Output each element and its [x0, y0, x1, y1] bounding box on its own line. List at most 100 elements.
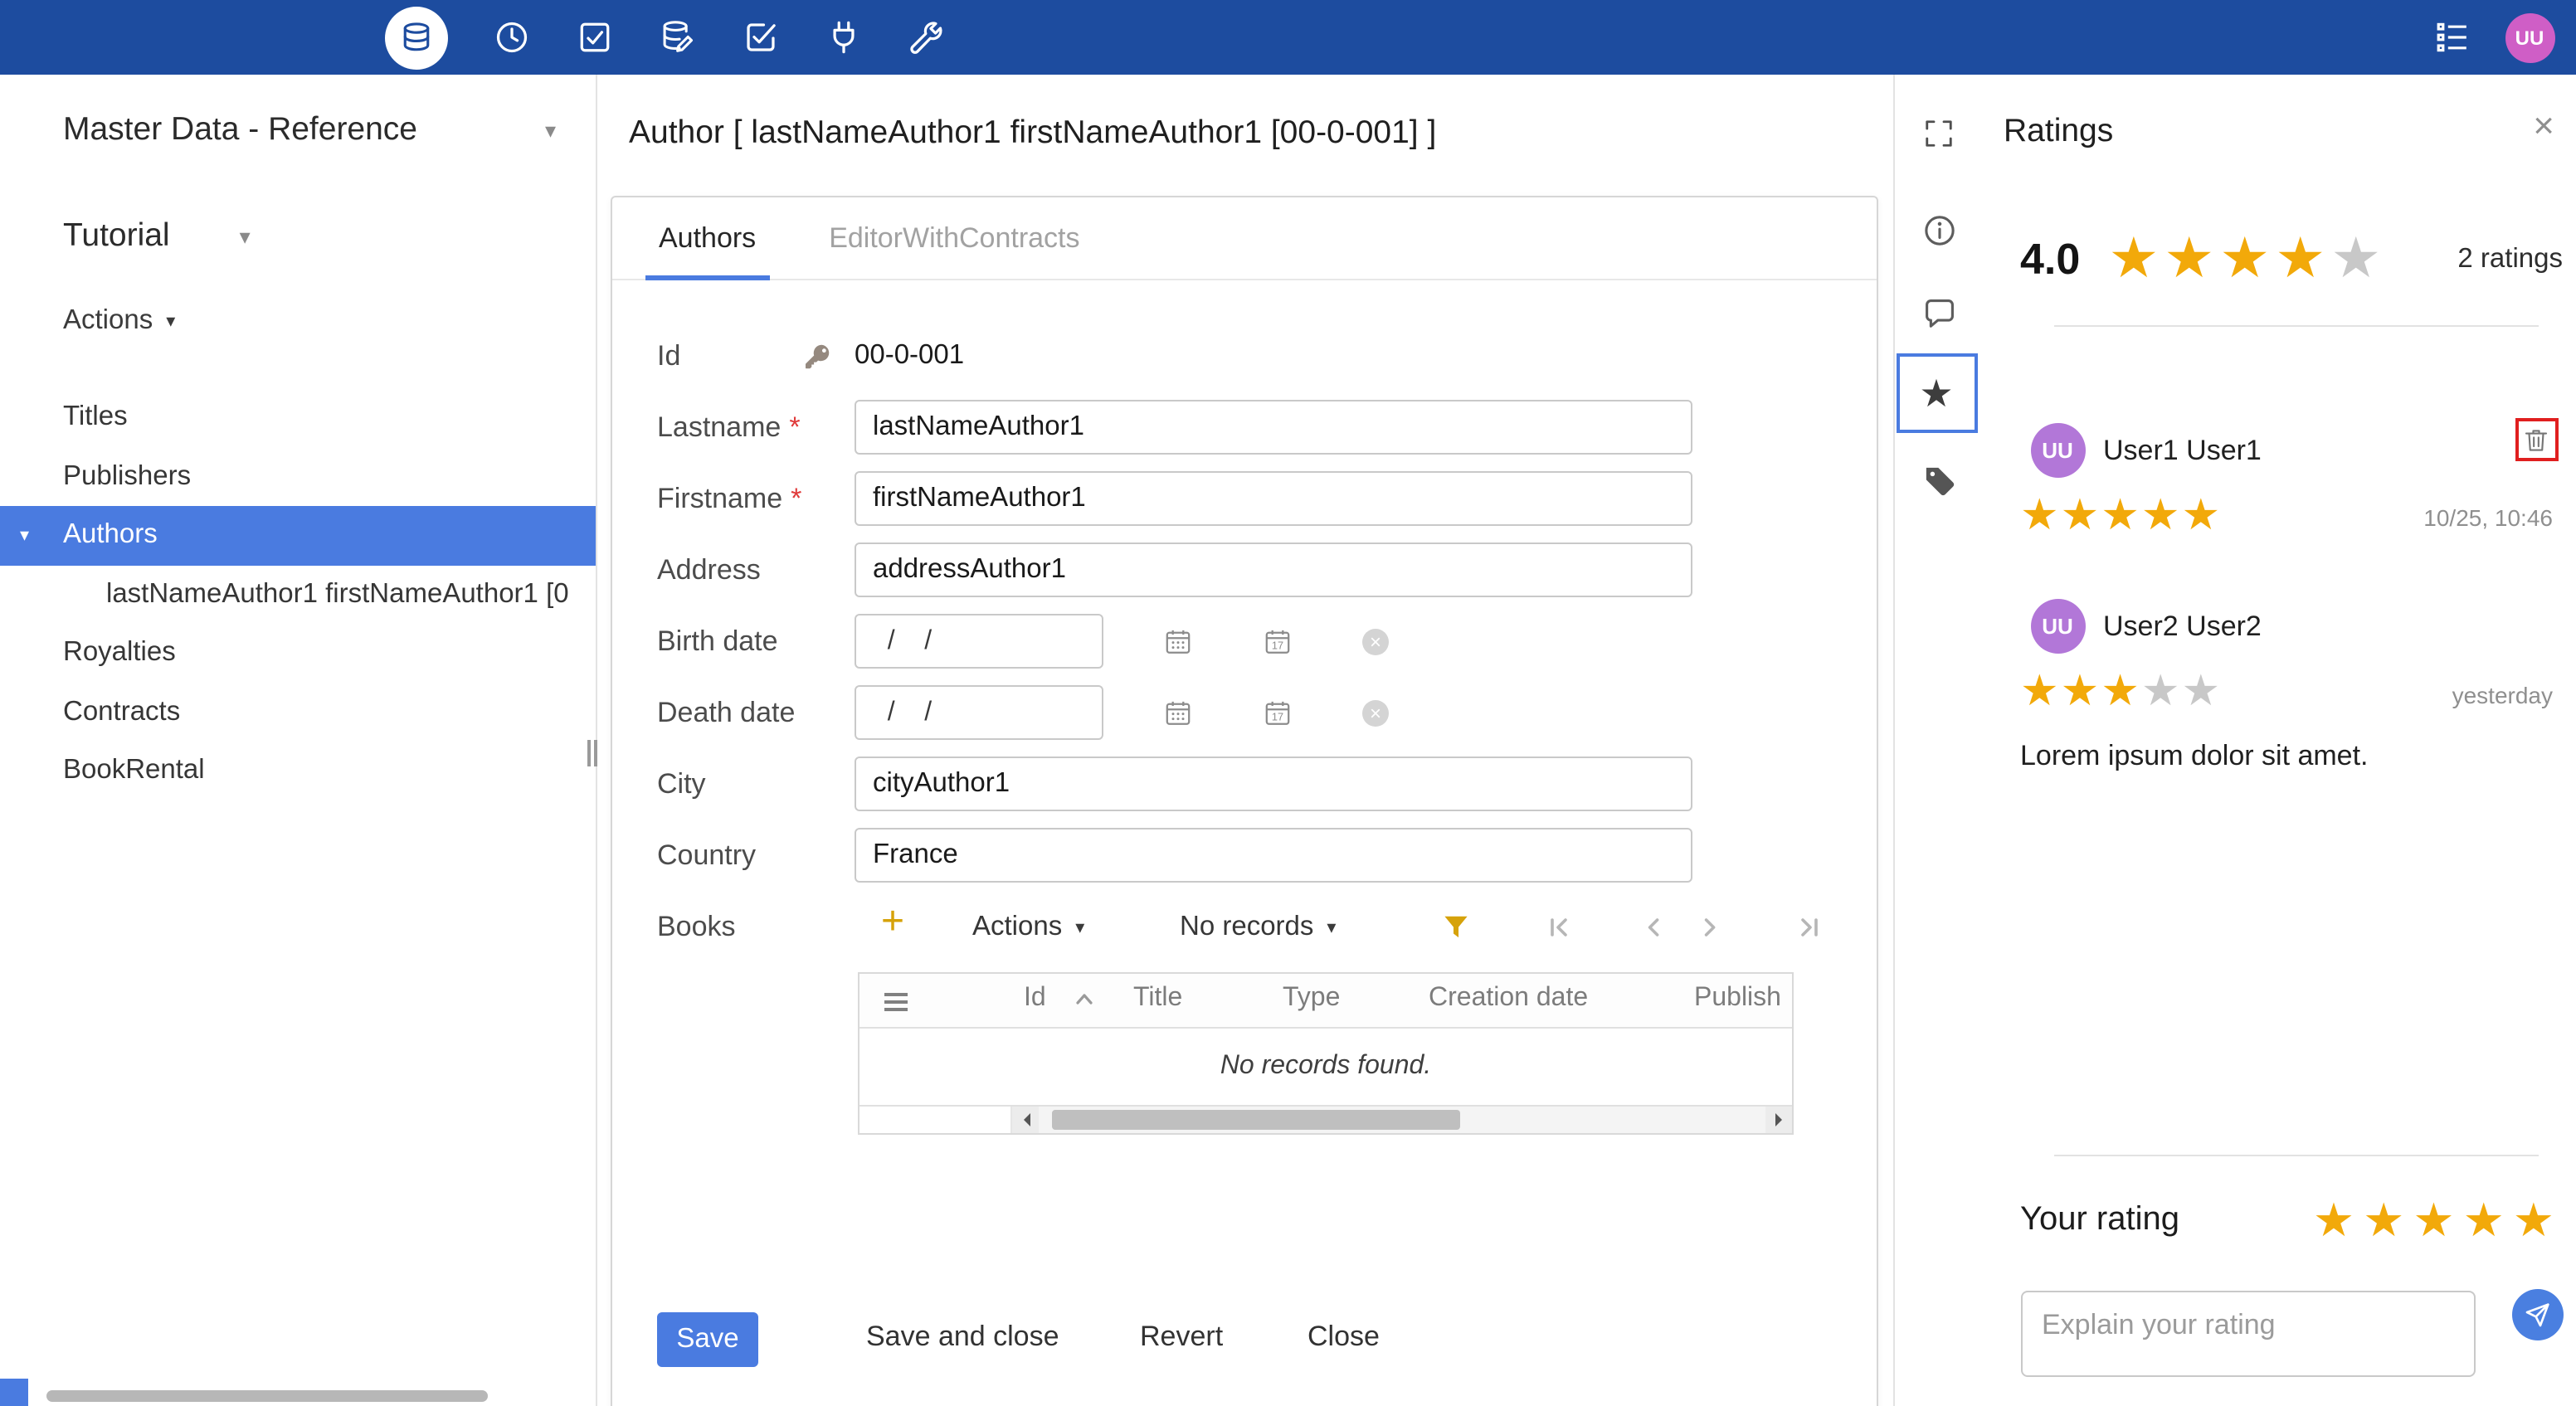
- books-toolbar: Books + Actions ▾ No records ▾: [657, 891, 1843, 962]
- sidebar-item-titles[interactable]: Titles: [0, 388, 596, 447]
- ratings-count: 2 ratings: [2457, 243, 2563, 273]
- close-button[interactable]: Close: [1307, 1321, 1380, 1354]
- id-value: 00-0-001: [855, 340, 965, 370]
- prev-page-icon[interactable]: [1641, 914, 1666, 939]
- city-field[interactable]: [855, 757, 1692, 811]
- sidebar-item-contracts[interactable]: Contracts: [0, 683, 596, 742]
- lastname-label: Lastname *: [657, 411, 801, 442]
- review-stars: ★★★★★: [2020, 489, 2223, 539]
- books-paging-dropdown[interactable]: No records ▾: [1180, 911, 1336, 942]
- chevron-down-icon: ▾: [1327, 917, 1337, 937]
- topbar: UU: [0, 0, 2576, 75]
- log-icon[interactable]: [2432, 17, 2471, 57]
- tab-authors[interactable]: Authors: [645, 197, 769, 280]
- chevron-down-icon: ▾: [20, 526, 30, 547]
- check-square-edit-icon[interactable]: [740, 17, 780, 57]
- calendar-picker-icon[interactable]: [1163, 626, 1193, 656]
- clock-icon[interactable]: [491, 17, 531, 57]
- sidebar-horizontal-scrollbar[interactable]: [46, 1389, 488, 1401]
- svg-text:17: 17: [1272, 709, 1283, 722]
- app-menu-selector[interactable]: Master Data - Reference ▾: [63, 111, 556, 149]
- filter-icon[interactable]: [1442, 912, 1470, 941]
- field-row-country: Country: [657, 820, 1843, 891]
- plug-icon[interactable]: [823, 17, 863, 57]
- id-label: Id: [657, 339, 681, 371]
- birth-date-field[interactable]: / /: [855, 614, 1103, 669]
- scroll-right-button[interactable]: [1765, 1107, 1792, 1133]
- ratings-summary: 4.0 ★★★★★ 2 ratings: [2020, 227, 2563, 290]
- chevron-down-icon: ▾: [166, 312, 176, 332]
- tab-editorwithcontracts[interactable]: EditorWithContracts: [829, 197, 1079, 279]
- scrollbar-fixed-area: [859, 1107, 1012, 1133]
- required-asterisk: *: [791, 482, 802, 513]
- revert-button[interactable]: Revert: [1140, 1321, 1223, 1354]
- save-button[interactable]: Save: [657, 1312, 758, 1367]
- wrench-icon[interactable]: [906, 17, 946, 57]
- your-rating-stars[interactable]: ★★★★★: [2313, 1197, 2563, 1244]
- author-form: Id 00-0-001 Lastname* Firstname*: [657, 320, 1843, 962]
- books-paging-label: No records: [1180, 911, 1314, 941]
- add-book-button[interactable]: +: [881, 899, 904, 946]
- topbar-right-group: UU: [2432, 0, 2554, 75]
- country-field[interactable]: [855, 828, 1692, 883]
- column-header-type[interactable]: Type: [1283, 984, 1340, 1014]
- avatar: UU: [2030, 599, 2085, 654]
- column-header-publish[interactable]: Publish: [1694, 984, 1781, 1014]
- review-text: Lorem ipsum dolor sit amet.: [2020, 740, 2369, 771]
- database-edit-icon[interactable]: [657, 17, 697, 57]
- sort-asc-icon[interactable]: [1075, 992, 1093, 1005]
- death-date-field[interactable]: / /: [855, 685, 1103, 740]
- submit-rating-button[interactable]: [2511, 1289, 2563, 1340]
- scrollbar-track[interactable]: [1039, 1107, 1765, 1133]
- check-square-icon[interactable]: [574, 17, 614, 57]
- column-header-title[interactable]: Title: [1133, 984, 1182, 1014]
- editor-tabs: Authors EditorWithContracts: [612, 197, 1877, 280]
- database-menu-button[interactable]: [385, 6, 448, 69]
- sidebar-item-author-record[interactable]: lastNameAuthor1 firstNameAuthor1 [0: [0, 565, 596, 624]
- tags-tab-icon[interactable]: [1921, 463, 1957, 499]
- actions-menu[interactable]: Actions ▾: [63, 305, 175, 337]
- ratings-tab-selected[interactable]: ★: [1896, 353, 1977, 433]
- sidebar-item-publishers[interactable]: Publishers: [0, 447, 596, 506]
- info-tab-icon[interactable]: [1921, 212, 1957, 249]
- field-row-lastname: Lastname *: [657, 392, 1843, 463]
- column-settings-icon[interactable]: [879, 985, 913, 1019]
- books-actions-label: Actions: [972, 911, 1063, 941]
- your-rating-label: Your rating: [2020, 1201, 2179, 1238]
- save-and-close-button[interactable]: Save and close: [866, 1321, 1059, 1354]
- rating-comment-input[interactable]: [2020, 1291, 2475, 1377]
- database-icon: [398, 19, 435, 56]
- actions-label: Actions: [63, 305, 153, 335]
- user-avatar[interactable]: UU: [2505, 12, 2554, 62]
- scroll-left-button[interactable]: [1012, 1107, 1039, 1133]
- firstname-field[interactable]: [855, 471, 1692, 526]
- review-user-name: User1 User1: [2103, 435, 2262, 466]
- expand-panel-icon[interactable]: [1922, 118, 1954, 149]
- editor-area: Author [ lastNameAuthor1 firstNameAuthor…: [599, 75, 1892, 1406]
- books-table-empty-message: No records found.: [1220, 1052, 1432, 1080]
- calendar-picker-icon[interactable]: [1163, 698, 1193, 727]
- comments-tab-icon[interactable]: [1921, 295, 1957, 332]
- lastname-field[interactable]: [855, 400, 1692, 455]
- ratings-panel: Ratings × ★ 4.0 ★★★★★ 2 ratings UU User1…: [1892, 75, 2576, 1406]
- delete-rating-button[interactable]: [2515, 418, 2558, 461]
- books-actions-dropdown[interactable]: Actions ▾: [972, 911, 1084, 942]
- address-field[interactable]: [855, 542, 1692, 597]
- field-row-city: City: [657, 748, 1843, 820]
- workspace-selector[interactable]: Tutorial ▾: [63, 217, 251, 255]
- sidebar-item-bookrental[interactable]: BookRental: [0, 742, 596, 800]
- calendar-today-icon[interactable]: 17: [1263, 698, 1293, 727]
- avatar: UU: [2030, 423, 2085, 478]
- column-header-id[interactable]: Id: [1024, 984, 1046, 1014]
- scrollbar-thumb[interactable]: [1052, 1110, 1460, 1130]
- sidebar-item-royalties[interactable]: Royalties: [0, 624, 596, 683]
- first-page-icon[interactable]: [1545, 914, 1570, 939]
- calendar-today-icon[interactable]: 17: [1263, 626, 1293, 656]
- next-page-icon[interactable]: [1697, 914, 1722, 939]
- clear-date-icon[interactable]: ×: [1362, 628, 1389, 654]
- sidebar-item-authors[interactable]: ▾ Authors: [0, 506, 596, 565]
- last-page-icon[interactable]: [1799, 914, 1824, 939]
- address-label: Address: [657, 553, 761, 585]
- clear-date-icon[interactable]: ×: [1362, 699, 1389, 726]
- column-header-creation-date[interactable]: Creation date: [1429, 984, 1588, 1014]
